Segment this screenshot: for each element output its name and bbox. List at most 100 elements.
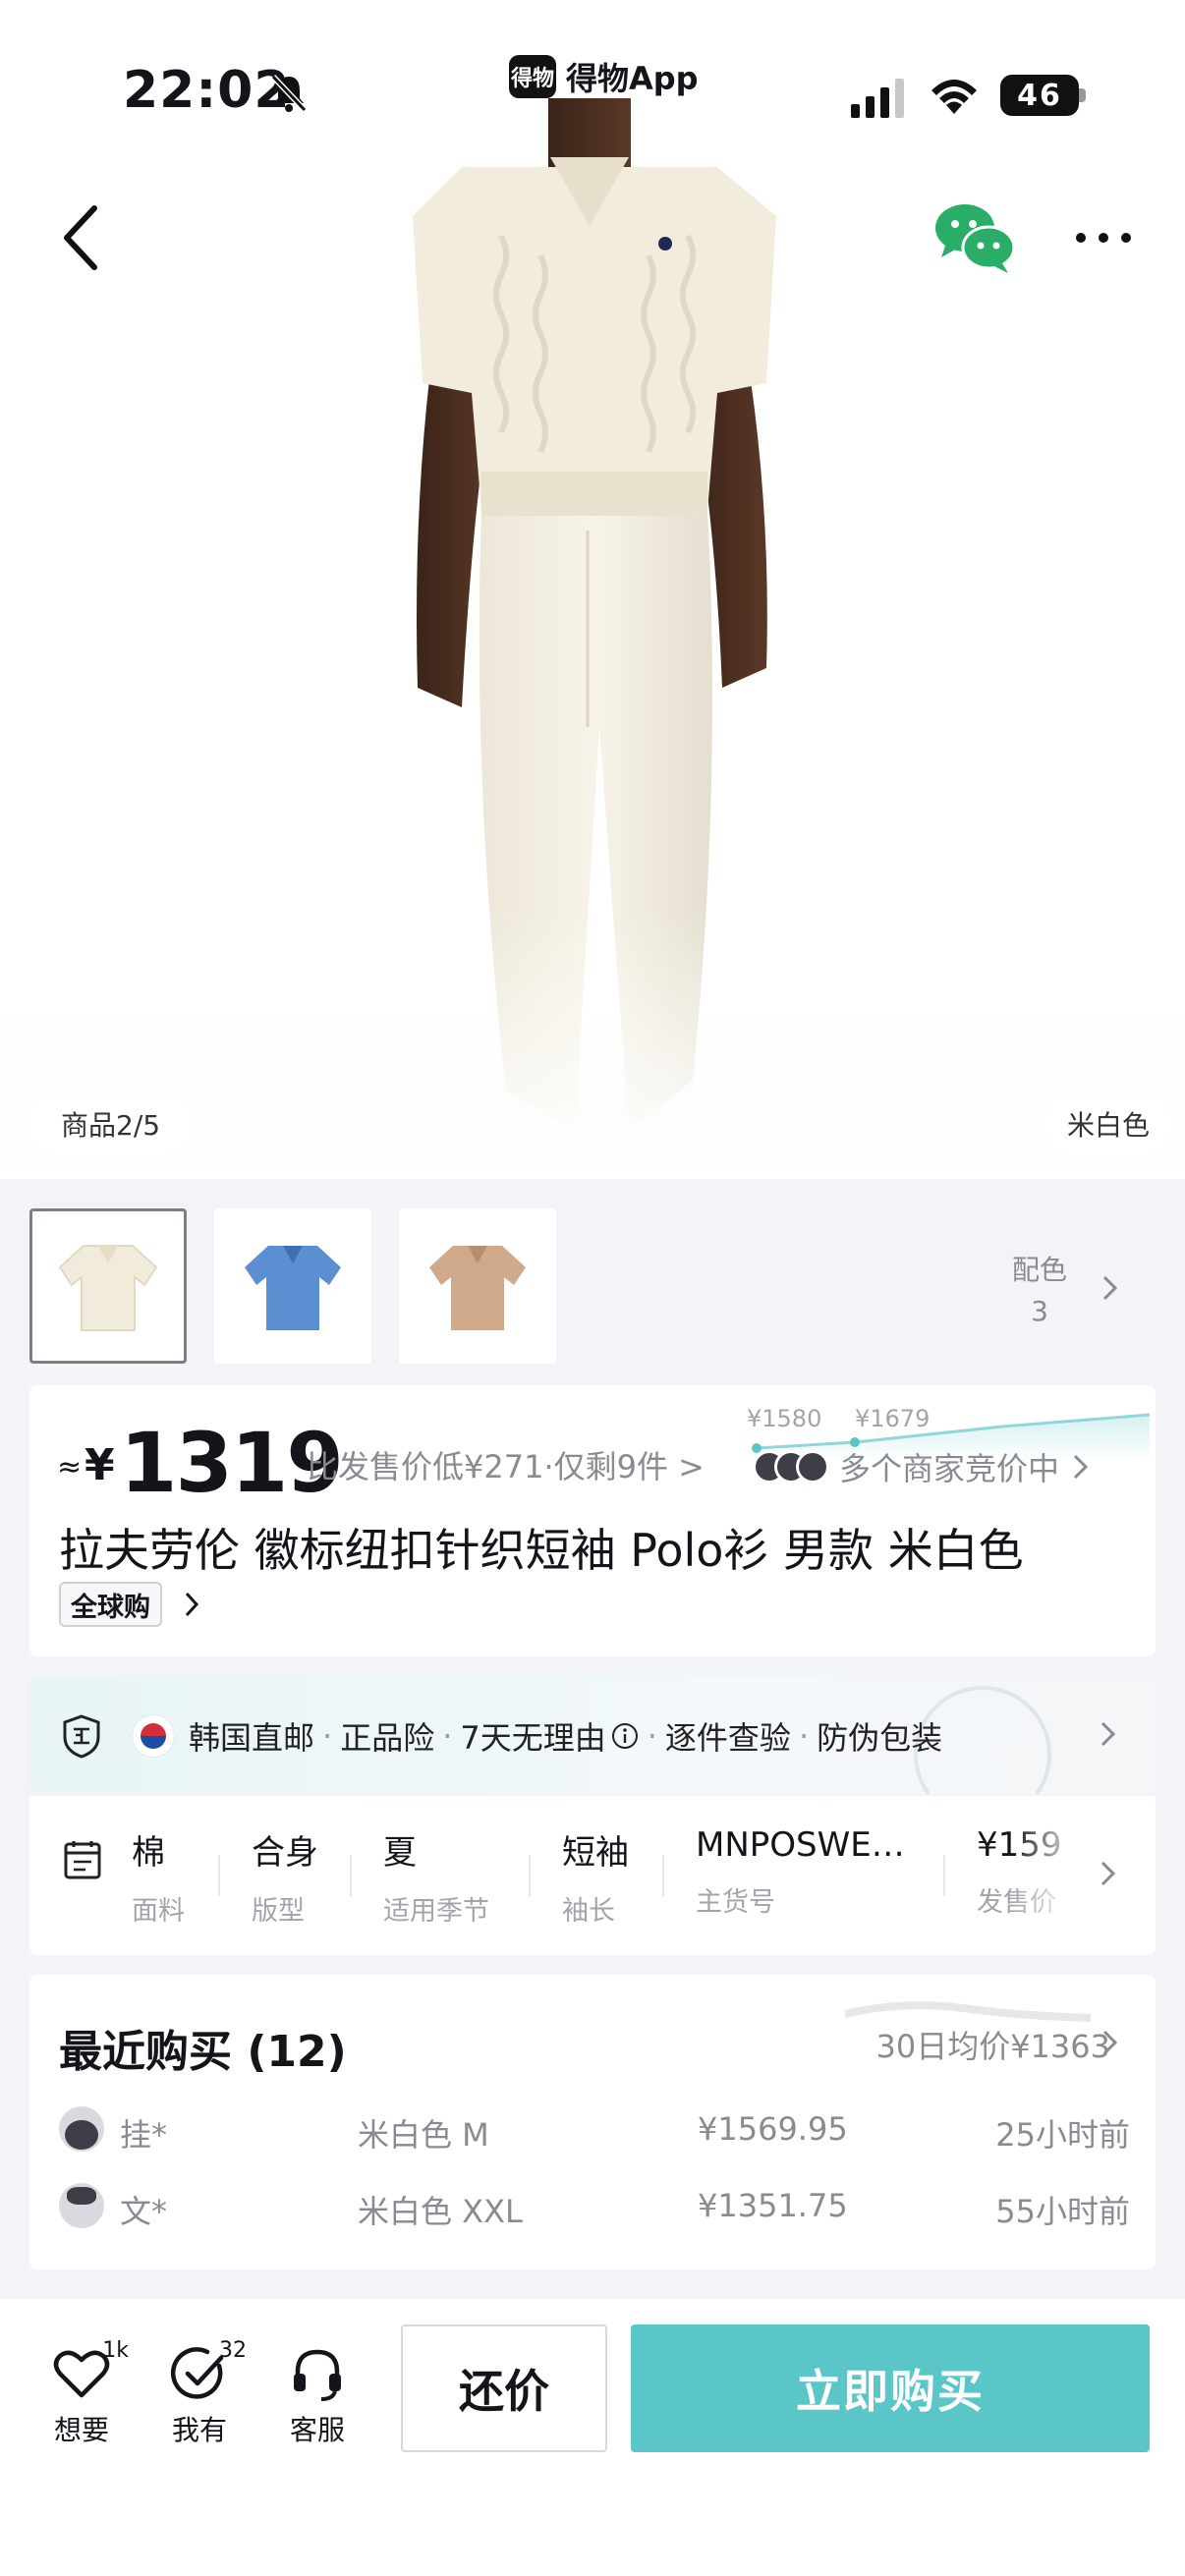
color-count-label: 配色 — [1012, 1254, 1068, 1286]
service-item: 韩国直邮 — [189, 1719, 315, 1757]
want-button[interactable]: 1k 想要 — [37, 2338, 129, 2448]
attr-value: 短袖 — [562, 1833, 629, 1873]
divider — [662, 1855, 664, 1896]
purchase-size: 米白色 M — [358, 2116, 489, 2154]
service-item: 防伪包装 — [817, 1719, 943, 1757]
color-thumbnail-blue[interactable] — [214, 1208, 371, 1364]
service-item: 逐件查验 — [664, 1719, 791, 1757]
purchase-size: 米白色 XXL — [358, 2193, 523, 2230]
divider — [350, 1855, 352, 1896]
app-name: 得物App — [566, 60, 699, 97]
divider — [218, 1855, 220, 1896]
back-icon[interactable] — [55, 200, 108, 275]
purchase-time: 25小时前 — [995, 2116, 1130, 2154]
trend-label-2: ¥1679 — [855, 1405, 931, 1432]
chevron-right-icon — [1100, 1721, 1116, 1747]
avatar — [59, 2106, 104, 2152]
buyer-name: 文* — [120, 2193, 168, 2230]
battery-cap — [1079, 88, 1086, 102]
app-logo: 得物 — [509, 55, 556, 98]
gallery-counter: 商品2/5 — [29, 1093, 193, 1154]
product-title: 拉夫劳伦 徽标纽扣针织短袖 Polo衫 男款 米白色 — [59, 1524, 1024, 1577]
chevron-right-icon — [1100, 1861, 1116, 1886]
owned-count-badge: 32 — [219, 2338, 247, 2363]
app-return-indicator[interactable]: 得物 得物App — [509, 54, 699, 99]
attr-value: 合身 — [252, 1833, 318, 1873]
separator-dot: · — [798, 1717, 810, 1755]
bell-muted-icon — [270, 74, 308, 113]
purchase-row: 文* 米白色 XXL ¥1351.75 55小时前 — [59, 2179, 1130, 2232]
service-item: 正品险 — [340, 1719, 435, 1757]
separator-dot: · — [322, 1717, 333, 1755]
chevron-right-icon — [1102, 2030, 1118, 2055]
chevron-right-icon — [1073, 1454, 1089, 1480]
recent-purchases-card[interactable]: 最近购买 (12) 30日均价¥1363 挂* 米白色 M ¥1569.95 2… — [29, 1975, 1156, 2269]
divider — [943, 1855, 945, 1896]
chevron-right-icon[interactable] — [183, 1590, 200, 1619]
attr-key: 适用季节 — [383, 1896, 489, 1927]
service-label: 客服 — [289, 2414, 345, 2446]
recent-purchases-title: 最近购买 (12) — [59, 2027, 347, 2077]
sellers-text: 多个商家竞价中 — [839, 1450, 1060, 1487]
more-options-icon[interactable] — [1071, 216, 1136, 259]
shield-icon — [63, 1714, 100, 1759]
divider — [529, 1855, 531, 1896]
spec-sheet-icon — [64, 1841, 101, 1879]
purchase-row: 挂* 米白色 M ¥1569.95 25小时前 — [59, 2102, 1130, 2156]
purchase-time: 55小时前 — [995, 2193, 1130, 2230]
want-count-badge: 1k — [102, 2338, 129, 2363]
price-card: ≈ ¥ 1319 比发售价低¥271·仅剩9件 > ¥1580 ¥1679 多个… — [29, 1385, 1156, 1656]
separator-dot: · — [442, 1717, 453, 1755]
owned-button[interactable]: 32 我有 — [155, 2338, 247, 2448]
buy-now-button[interactable]: 立即购买 — [631, 2324, 1150, 2452]
current-color-label: 米白色 — [1044, 1093, 1171, 1154]
service-item: 7天无理由 — [460, 1719, 606, 1757]
product-attributes[interactable]: 棉 面料 合身 版型 夏 适用季节 短袖 袖长 MNPOSWE… 主货号 ¥15… — [29, 1796, 1156, 1955]
attr-fit: 合身 版型 — [252, 1825, 318, 1928]
owned-label: 我有 — [171, 2414, 227, 2446]
color-count-value: 3 — [1031, 1295, 1048, 1327]
seller-avatar — [796, 1450, 829, 1484]
want-label: 想要 — [53, 2414, 109, 2446]
attr-sleeve: 短袖 袖长 — [562, 1825, 629, 1928]
attr-value: 夏 — [383, 1833, 417, 1873]
korea-flag-icon — [132, 1714, 175, 1758]
attr-key: 袖长 — [562, 1896, 615, 1927]
status-time: 22:02 — [123, 61, 291, 120]
attr-season: 夏 适用季节 — [383, 1825, 489, 1928]
approx-sign: ≈ — [57, 1450, 83, 1484]
global-purchase-tag[interactable]: 全球购 — [59, 1582, 162, 1627]
wifi-icon — [931, 80, 977, 114]
attr-key: 主货号 — [696, 1887, 775, 1918]
attr-key: 版型 — [252, 1896, 305, 1927]
bottom-action-bar: 1k 想要 32 我有 客服 还价 立即购买 — [0, 2299, 1185, 2576]
polo-shirt-icon — [245, 1246, 341, 1330]
status-bar: 22:02 得物 得物App 46 — [0, 0, 1185, 196]
purchase-price: ¥1351.75 — [698, 2187, 848, 2224]
bargain-button[interactable]: 还价 — [401, 2324, 607, 2452]
customer-service-button[interactable]: 客服 — [273, 2342, 362, 2448]
sellers-bidding[interactable]: 多个商家竞价中 — [753, 1444, 1091, 1489]
product-hero: 22:02 得物 得物App 46 商品2/5 米白色 — [0, 0, 1185, 1179]
attr-value: MNPOSWE… — [696, 1825, 905, 1865]
avg-price-link[interactable]: 30日均价¥1363 — [875, 2022, 1110, 2067]
polo-shirt-icon — [429, 1246, 526, 1330]
color-thumbnail-tan[interactable] — [399, 1208, 556, 1364]
fade-overlay — [1012, 1816, 1081, 1933]
service-guarantee-bar[interactable]: 韩国直邮 · 正品险 · 7天无理由 · 逐件查验 · 防伪包装 — [29, 1676, 1156, 1794]
trend-label-1: ¥1580 — [747, 1405, 822, 1432]
attr-style-code: MNPOSWE… 主货号 — [696, 1825, 905, 1919]
info-icon — [611, 1723, 638, 1749]
wechat-share-icon[interactable] — [933, 200, 1016, 275]
currency-symbol: ¥ — [85, 1440, 115, 1490]
separator-dot: · — [647, 1717, 657, 1755]
color-count[interactable]: 配色 3 — [1012, 1250, 1067, 1332]
color-thumbnail-cream[interactable] — [29, 1208, 187, 1364]
chevron-right-icon[interactable] — [1100, 1273, 1120, 1303]
signal-icon — [851, 79, 904, 118]
buyer-name: 挂* — [120, 2116, 168, 2154]
price-note-link[interactable]: 比发售价低¥271·仅剩9件 > — [307, 1442, 705, 1487]
attr-fabric: 棉 面料 — [132, 1825, 185, 1928]
polo-shirt-icon — [58, 1245, 158, 1331]
battery-indicator: 46 — [1000, 75, 1079, 116]
